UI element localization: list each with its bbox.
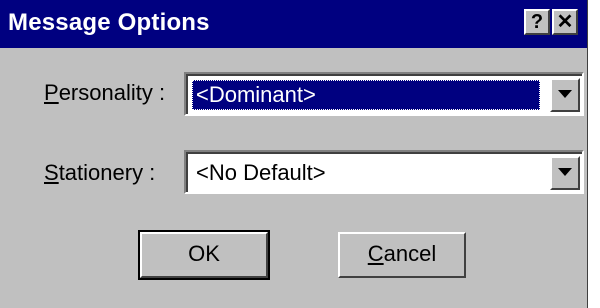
cancel-button-label: ancel (383, 241, 437, 266)
close-icon: ✕ (556, 11, 574, 33)
stationery-dropdown[interactable]: <No Default> (184, 150, 584, 194)
personality-dropdown[interactable]: <Dominant> (184, 72, 584, 116)
personality-dropdown-button[interactable] (550, 78, 580, 112)
personality-selected-value[interactable]: <Dominant> (192, 80, 540, 110)
close-button[interactable]: ✕ (552, 9, 578, 35)
help-icon: ? (530, 11, 544, 33)
cancel-button-mnemonic: C (367, 241, 384, 266)
title-bar[interactable]: Message Options ? ✕ (0, 0, 587, 48)
cancel-button[interactable]: Cancel (338, 232, 466, 278)
personality-label-mnemonic: P (44, 80, 59, 105)
personality-label-text: ersonality : (58, 80, 166, 105)
stationery-dropdown-button[interactable] (550, 156, 580, 190)
ok-button-label: OK (188, 241, 220, 266)
message-options-dialog: Message Options ? ✕ Personality : <Domin… (0, 0, 588, 308)
personality-label: Personality : (44, 80, 165, 106)
stationery-label: Stationery : (44, 160, 155, 186)
help-button[interactable]: ? (524, 9, 550, 35)
chevron-down-icon (558, 90, 572, 98)
stationery-selected-value[interactable]: <No Default> (192, 158, 330, 188)
ok-button[interactable]: OK (138, 230, 270, 280)
stationery-label-text: tationery : (58, 160, 156, 185)
stationery-label-mnemonic: S (44, 160, 59, 185)
chevron-down-icon (558, 168, 572, 176)
stationery-dropdown-field[interactable]: <No Default> (186, 152, 582, 192)
personality-dropdown-field[interactable]: <Dominant> (186, 74, 582, 114)
window-title: Message Options (8, 9, 210, 36)
